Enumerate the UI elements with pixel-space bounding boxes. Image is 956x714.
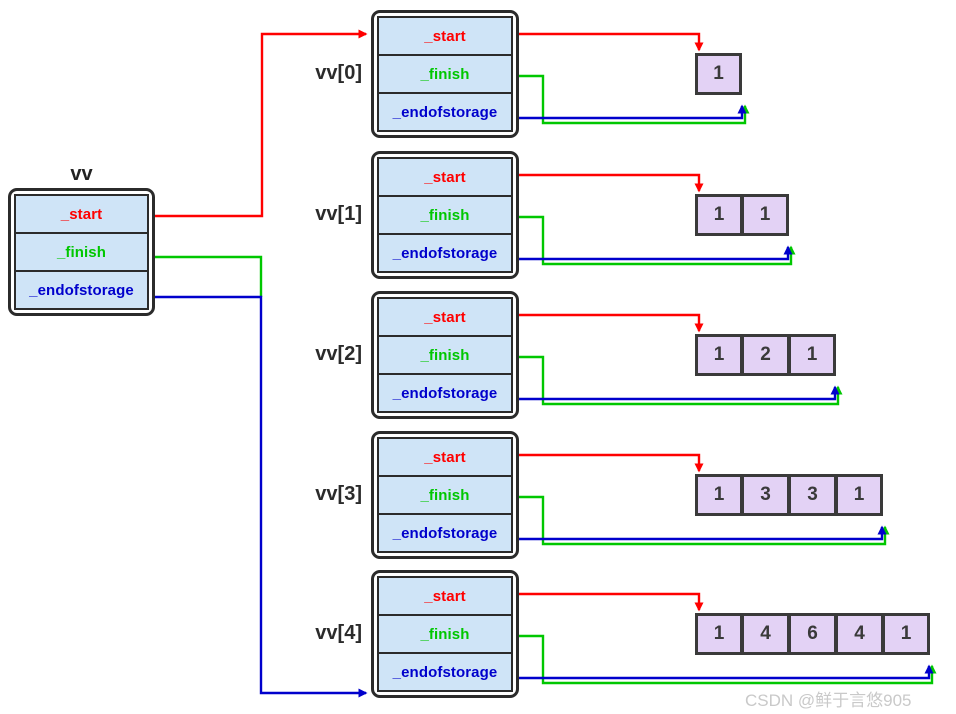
row-label-3: vv[3] [315,483,362,505]
row-label-1: vv[1] [315,203,362,225]
data-cell: 1 [883,613,930,655]
field-endofstorage-3: _endofstorage [377,514,513,553]
row-label-2: vv[2] [315,343,362,365]
data-cell: 1 [742,194,789,236]
data-cell: 4 [742,613,789,655]
data-cell: 1 [836,474,883,516]
row-label-4: vv[4] [315,622,362,644]
field-start-3: _start [377,437,513,476]
field-finish-4: _finish [377,615,513,653]
field-finish-0: _finish [377,55,513,93]
data-cell: 1 [695,194,742,236]
field-endofstorage-1: _endofstorage [377,234,513,273]
inner-struct-vv-4: _start _finish _endofstorage [371,570,519,698]
outer-field-start: _start [14,194,149,233]
outer-field-endofstorage: _endofstorage [14,271,149,310]
field-finish-1: _finish [377,196,513,234]
data-cell: 1 [789,334,836,376]
data-cell: 1 [695,613,742,655]
data-cell: 2 [742,334,789,376]
data-cell: 1 [695,334,742,376]
data-cell: 3 [789,474,836,516]
data-cell: 1 [695,53,742,95]
inner-struct-vv-3: _start _finish _endofstorage [371,431,519,559]
data-cell: 1 [695,474,742,516]
field-start-1: _start [377,157,513,196]
outer-field-finish: _finish [14,233,149,271]
field-endofstorage-2: _endofstorage [377,374,513,413]
data-cells-row-4: 14641 [695,613,930,655]
outer-struct-vv: _start _finish _endofstorage [8,188,155,316]
data-cell: 4 [836,613,883,655]
field-start-2: _start [377,297,513,336]
diagram-canvas: vv _start _finish _endofstorage vv[0] _s… [0,0,956,714]
inner-struct-vv-1: _start _finish _endofstorage [371,151,519,279]
inner-struct-vv-2: _start _finish _endofstorage [371,291,519,419]
data-cells-row-3: 1331 [695,474,883,516]
data-cell: 6 [789,613,836,655]
field-start-0: _start [377,16,513,55]
data-cell: 3 [742,474,789,516]
data-cells-row-2: 121 [695,334,836,376]
field-finish-3: _finish [377,476,513,514]
field-endofstorage-0: _endofstorage [377,93,513,132]
csdn-watermark: CSDN @鲜于言悠905 [745,691,912,710]
outer-struct-title: vv [70,163,93,185]
row-label-0: vv[0] [315,62,362,84]
field-finish-2: _finish [377,336,513,374]
data-cells-row-0: 1 [695,53,742,95]
data-cells-row-1: 11 [695,194,789,236]
field-endofstorage-4: _endofstorage [377,653,513,692]
field-start-4: _start [377,576,513,615]
inner-struct-vv-0: _start _finish _endofstorage [371,10,519,138]
